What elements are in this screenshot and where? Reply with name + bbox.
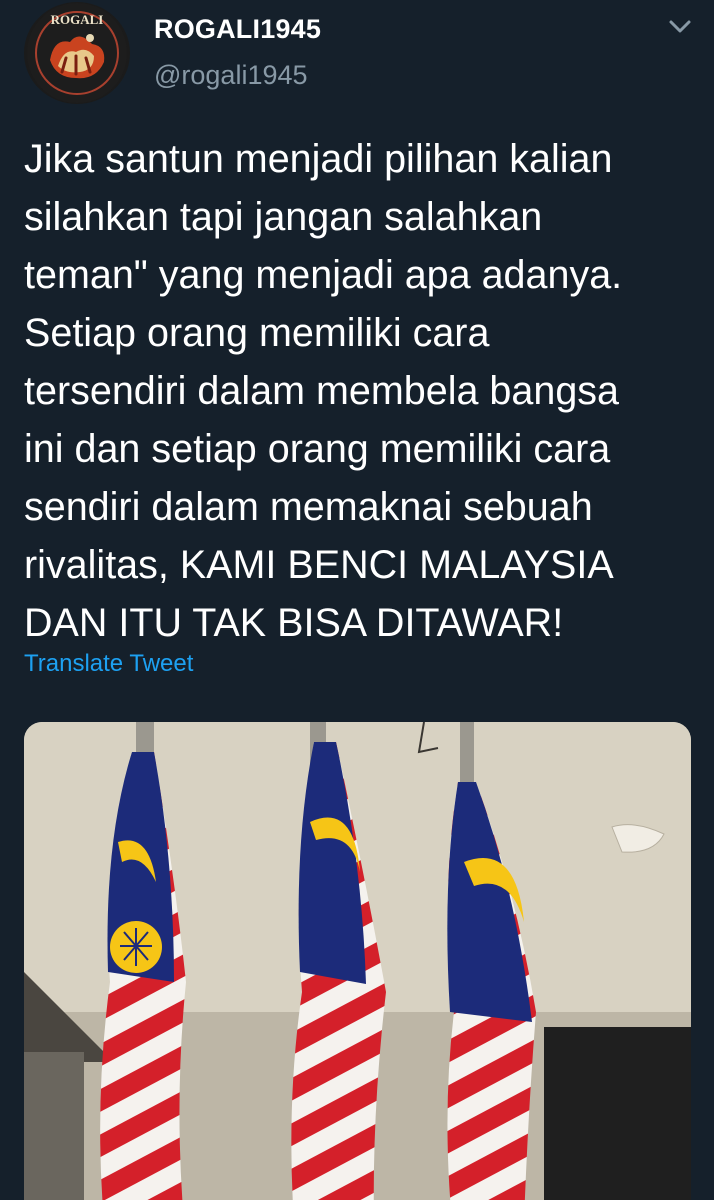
translate-tweet-link[interactable]: Translate Tweet <box>24 650 193 678</box>
tweet-text: Jika santun menjadi pilihan kalian silah… <box>24 130 704 652</box>
tweet-text-line: DAN ITU TAK BISA DITAWAR! <box>24 601 564 645</box>
tweet-card: ROGALI ROGALI1945 @rogali1945 Jika santu… <box>0 0 714 1200</box>
display-name[interactable]: ROGALI1945 <box>154 14 321 45</box>
chevron-down-icon[interactable] <box>662 12 698 42</box>
tweet-text-line: silahkan tapi jangan salahkan <box>24 195 543 239</box>
tweet-text-line: sendiri dalam memaknai sebuah <box>24 485 593 529</box>
tweet-text-line: Setiap orang memiliki cara <box>24 311 490 355</box>
tweet-text-line: rivalitas, KAMI BENCI MALAYSIA <box>24 543 614 587</box>
tweet-text-line: tersendiri dalam membela bangsa <box>24 369 620 413</box>
tweet-text-line: Jika santun menjadi pilihan kalian <box>24 137 613 181</box>
tweet-text-line: ini dan setiap orang memiliki cara <box>24 427 611 471</box>
avatar[interactable]: ROGALI <box>24 2 130 104</box>
tweet-text-line: teman" yang menjadi apa adanya. <box>24 253 623 297</box>
rogali-logo-icon: ROGALI <box>27 3 127 103</box>
tweet-photo[interactable] <box>24 722 691 1200</box>
user-handle[interactable]: @rogali1945 <box>154 60 308 91</box>
malaysia-flags-photo <box>24 722 691 1200</box>
avatar-logo-text: ROGALI <box>51 12 104 27</box>
